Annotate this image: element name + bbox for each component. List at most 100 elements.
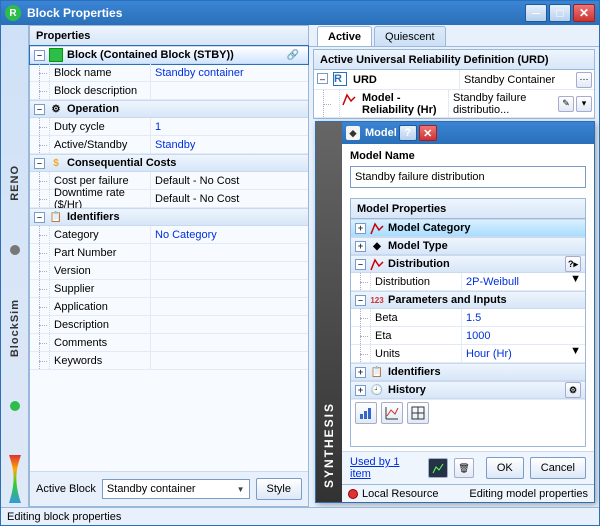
row-keywords[interactable]: Keywords xyxy=(30,352,308,370)
dot-icon xyxy=(10,245,20,255)
group-block[interactable]: – Block (Contained Block (STBY)) 🔗 xyxy=(30,46,308,64)
window-title: Block Properties xyxy=(27,6,122,20)
group-parameters[interactable]: – 123 Parameters and Inputs xyxy=(351,291,585,309)
status-right: Editing model properties xyxy=(469,488,588,500)
row-active-standby[interactable]: Active/StandbyStandby xyxy=(30,136,308,154)
collapse-icon[interactable]: – xyxy=(34,158,45,169)
product-sidebar: RENO BlockSim xyxy=(1,25,29,507)
row-eta[interactable]: Eta1000 xyxy=(351,327,585,345)
chevron-down-icon[interactable]: ▼ xyxy=(566,273,585,285)
row-units[interactable]: UnitsHour (Hr)▼ xyxy=(351,345,585,363)
group-label: Identifiers xyxy=(388,366,441,378)
maximize-button[interactable]: □ xyxy=(549,4,571,22)
collapse-icon[interactable]: – xyxy=(355,259,366,270)
block-icon xyxy=(49,48,63,62)
row-beta[interactable]: Beta1.5 xyxy=(351,309,585,327)
close-button[interactable]: ✕ xyxy=(573,4,595,22)
collapse-icon[interactable]: – xyxy=(34,212,45,223)
group-identifiers[interactable]: – 📋 Identifiers xyxy=(30,208,308,226)
row-part-number[interactable]: Part Number xyxy=(30,244,308,262)
pin-icon xyxy=(348,489,358,499)
row-description[interactable]: Description xyxy=(30,316,308,334)
model-name-input[interactable]: Standby failure distribution xyxy=(350,166,586,188)
expand-icon[interactable]: + xyxy=(355,241,366,252)
gear-icon: ⚙ xyxy=(49,102,63,116)
params-icon: 123 xyxy=(370,293,384,307)
row-downtime-rate[interactable]: Downtime rate ($/Hr)Default - No Cost xyxy=(30,190,308,208)
delete-button[interactable]: 🗑 xyxy=(454,458,474,478)
group-label: Operation xyxy=(67,103,119,115)
properties-panel: Properties – Block (Contained Block (STB… xyxy=(29,25,309,507)
edit-button[interactable]: ✎ xyxy=(558,96,574,112)
more-button[interactable]: ⋯ xyxy=(576,72,592,88)
group-costs[interactable]: – $ Consequential Costs xyxy=(30,154,308,172)
row-comments[interactable]: Comments xyxy=(30,334,308,352)
group-model-identifiers[interactable]: + 📋 Identifiers xyxy=(351,363,585,381)
sidebar-blocksim[interactable]: BlockSim xyxy=(9,299,21,357)
properties-footer: Active Block Standby container ▼ Style xyxy=(30,471,308,506)
minimize-button[interactable]: ─ xyxy=(525,4,547,22)
style-button[interactable]: Style xyxy=(256,478,302,500)
synthesis-sidebar: SYNTHESIS xyxy=(316,122,342,502)
expand-icon[interactable]: + xyxy=(355,367,366,378)
status-text: Editing block properties xyxy=(7,511,121,523)
active-block-combo[interactable]: Standby container ▼ xyxy=(102,479,250,499)
sidebar-reno[interactable]: RENO xyxy=(9,165,21,201)
collapse-icon[interactable]: – xyxy=(317,73,328,84)
urd-row[interactable]: – R URD Standby Container ⋯ xyxy=(314,70,594,90)
row-distribution[interactable]: Distribution2P-Weibull▼ xyxy=(351,273,585,291)
row-block-desc[interactable]: Block description xyxy=(30,82,308,100)
combo-value: Standby container xyxy=(107,483,196,495)
collapse-icon[interactable]: – xyxy=(355,295,366,306)
row-block-name[interactable]: Block nameStandby container xyxy=(30,64,308,82)
group-model-type[interactable]: + ◆ Model Type xyxy=(351,237,585,255)
chart-preview-button[interactable] xyxy=(428,458,448,478)
category-icon xyxy=(370,221,384,235)
history-gear-button[interactable]: ⚙ xyxy=(565,382,581,398)
clock-icon: 🕘 xyxy=(370,383,384,397)
tab-quiescent[interactable]: Quiescent xyxy=(374,26,446,46)
used-by-link[interactable]: Used by 1 item xyxy=(350,456,422,480)
wizard-button[interactable]: ?▸ xyxy=(565,256,581,272)
dot-icon xyxy=(10,401,20,411)
tool-stats-button[interactable] xyxy=(381,402,403,424)
group-operation[interactable]: – ⚙ Operation xyxy=(30,100,308,118)
tool-chart-button[interactable] xyxy=(355,402,377,424)
row-supplier[interactable]: Supplier xyxy=(30,280,308,298)
dialog-close-button[interactable]: ✕ xyxy=(419,125,437,141)
expand-icon[interactable]: + xyxy=(355,385,366,396)
collapse-icon[interactable]: – xyxy=(34,50,45,61)
link-icon[interactable]: 🔗 xyxy=(286,48,300,62)
group-history[interactable]: + 🕘 History ⚙ xyxy=(351,381,585,399)
group-model-category[interactable]: + Model Category xyxy=(351,219,585,237)
titlebar[interactable]: R Block Properties ─ □ ✕ xyxy=(1,1,599,25)
help-button[interactable]: ? xyxy=(399,125,417,141)
dialog-title: Model xyxy=(365,127,397,139)
model-titlebar[interactable]: ◆ Model ? ✕ xyxy=(342,122,594,144)
list-icon: 📋 xyxy=(370,365,384,379)
group-distribution[interactable]: – Distribution ?▸ xyxy=(351,255,585,273)
dollar-icon: $ xyxy=(49,156,63,170)
group-label: Model Type xyxy=(388,240,448,252)
model-status-bar: Local Resource Editing model properties xyxy=(342,484,594,502)
group-label: Model Category xyxy=(388,222,471,234)
ok-button[interactable]: OK xyxy=(486,457,524,479)
row-version[interactable]: Version xyxy=(30,262,308,280)
dropdown-button[interactable]: ▾ xyxy=(576,96,592,112)
tab-active[interactable]: Active xyxy=(317,26,372,46)
cancel-button[interactable]: Cancel xyxy=(530,457,586,479)
chevron-down-icon[interactable]: ▼ xyxy=(566,345,585,357)
tool-grid-button[interactable] xyxy=(407,402,429,424)
model-button-row: Used by 1 item 🗑 OK Cancel xyxy=(342,451,594,484)
expand-icon[interactable]: + xyxy=(355,223,366,234)
group-label: Consequential Costs xyxy=(67,157,176,169)
row-application[interactable]: Application xyxy=(30,298,308,316)
row-category[interactable]: CategoryNo Category xyxy=(30,226,308,244)
collapse-icon[interactable]: – xyxy=(34,104,45,115)
ribbon-icon xyxy=(7,455,23,503)
row-duty-cycle[interactable]: Duty cycle1 xyxy=(30,118,308,136)
model-properties-panel: Model Properties + Model Category + ◆ Mo… xyxy=(350,198,586,447)
urd-model-row[interactable]: Model - Reliability (Hr) Standby failure… xyxy=(314,90,594,118)
block-properties-window: R Block Properties ─ □ ✕ RENO BlockSim P… xyxy=(0,0,600,526)
model-icon xyxy=(342,92,356,115)
